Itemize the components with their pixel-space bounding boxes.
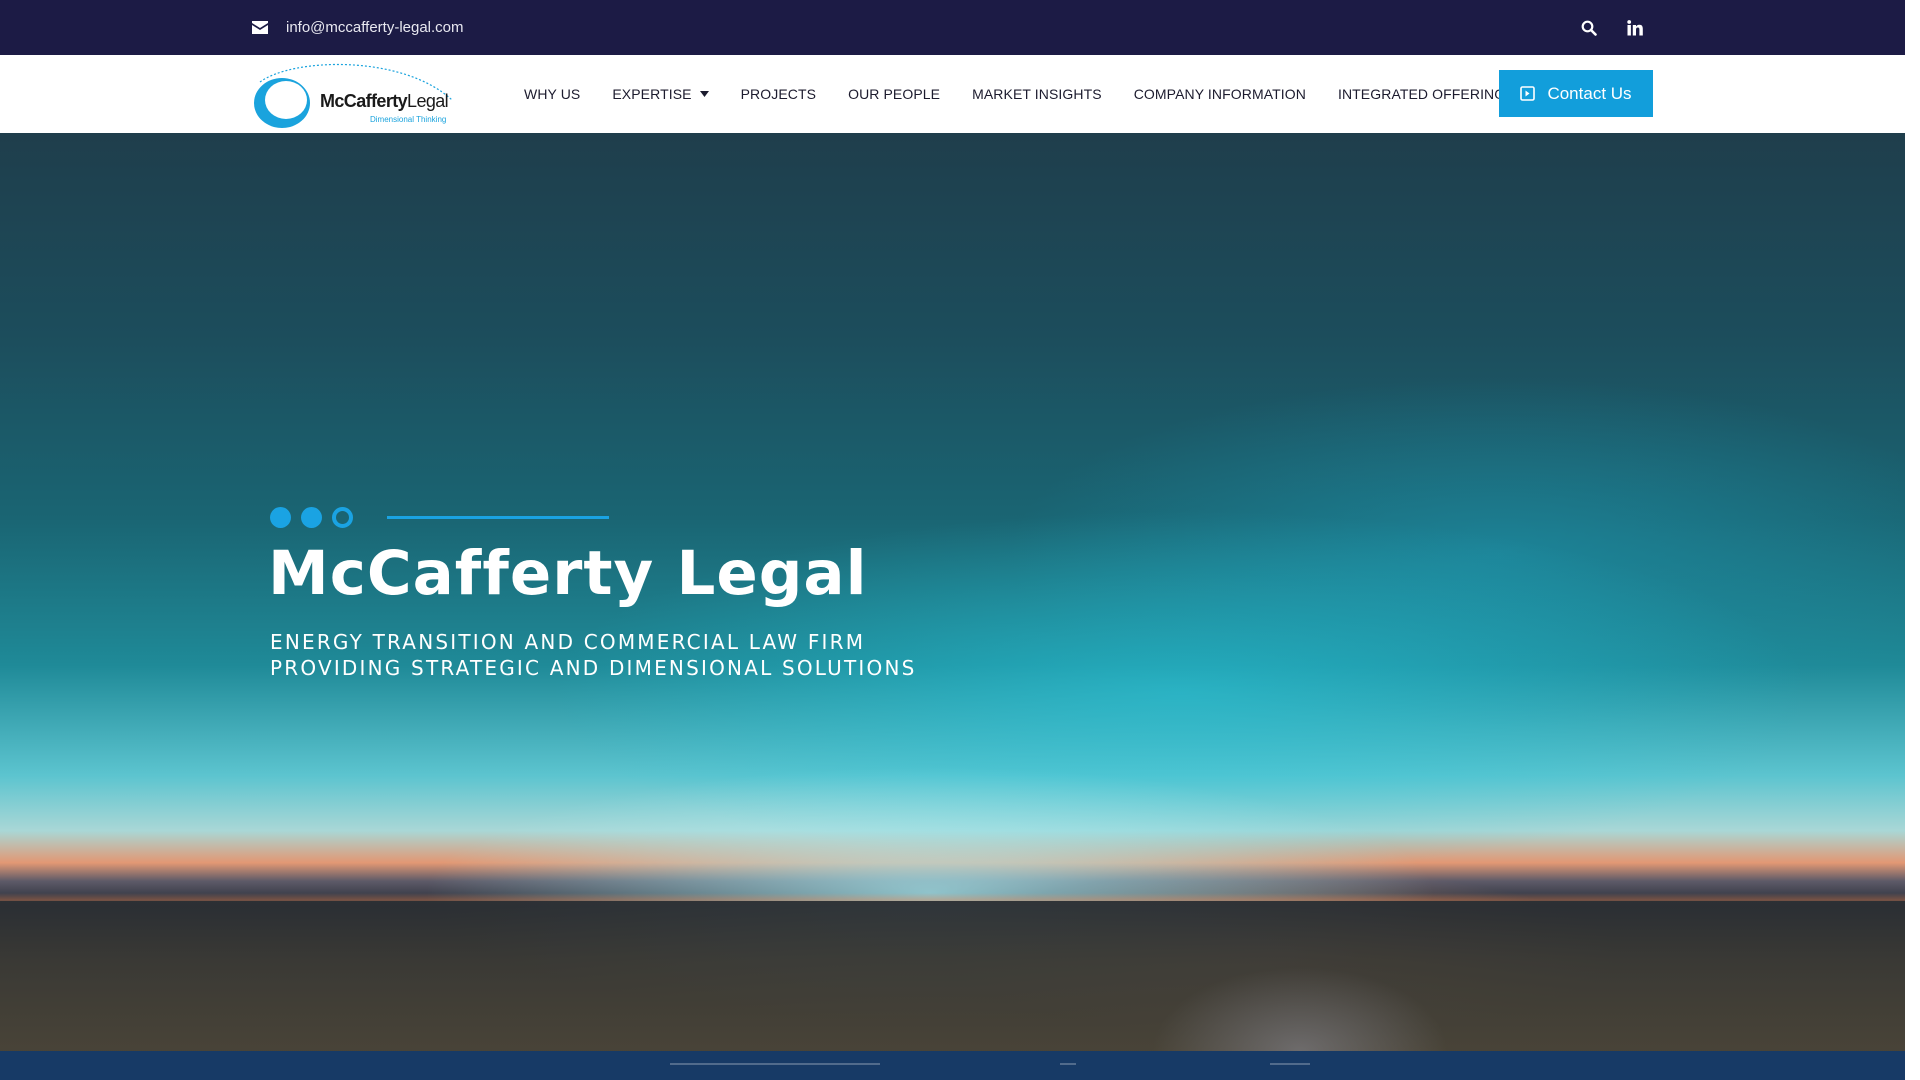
top-bar: info@mccafferty-legal.com <box>0 0 1905 55</box>
hero-title-bold: McCafferty <box>268 538 655 609</box>
decor-speck <box>670 1063 880 1065</box>
nav-label: OUR PEOPLE <box>848 86 941 102</box>
email-text: info@mccafferty-legal.com <box>286 19 464 36</box>
nav-expertise[interactable]: EXPERTISE <box>596 86 724 102</box>
nav-company-information[interactable]: COMPANY INFORMATION <box>1118 86 1322 102</box>
logo[interactable]: McCaffertyLegal Dimensional Thinking <box>252 58 458 130</box>
decor-dot <box>270 507 291 528</box>
logo-wordmark: McCaffertyLegal <box>320 91 449 112</box>
decor-dot-ring <box>332 507 353 528</box>
nav-label: EXPERTISE <box>612 86 692 102</box>
nav-our-people[interactable]: OUR PEOPLE <box>832 86 956 102</box>
field-foreground <box>0 901 1920 1051</box>
nav-label: MARKET INSIGHTS <box>972 86 1102 102</box>
caret-down-icon <box>699 91 709 97</box>
dirt-road <box>1100 901 1520 1051</box>
bottom-band <box>0 1051 1920 1080</box>
search-icon[interactable] <box>1578 17 1600 39</box>
nav-market-insights[interactable]: MARKET INSIGHTS <box>956 86 1118 102</box>
nav-projects[interactable]: PROJECTS <box>725 86 832 102</box>
decor-speck <box>1270 1063 1310 1065</box>
logo-brand-bold: McCafferty <box>320 91 408 111</box>
hero-title: McCafferty Legal <box>268 538 867 609</box>
site-header: McCaffertyLegal Dimensional Thinking WHY… <box>0 55 1905 133</box>
email-link[interactable]: info@mccafferty-legal.com <box>252 0 464 55</box>
hero-subtitle: ENERGY TRANSITION AND COMMERCIAL LAW FIR… <box>270 630 917 680</box>
nav-why-us[interactable]: WHY US <box>508 86 596 102</box>
hero-title-light: Legal <box>676 538 868 609</box>
contact-us-label: Contact Us <box>1547 83 1632 103</box>
logo-tagline: Dimensional Thinking <box>370 115 447 124</box>
decor-speck <box>1060 1063 1076 1065</box>
external-box-icon <box>1520 86 1536 101</box>
logo-brand-light: Legal <box>407 91 449 111</box>
envelope-icon <box>252 21 268 34</box>
linkedin-icon[interactable] <box>1624 17 1646 39</box>
hero-section: McCafferty Legal ENERGY TRANSITION AND C… <box>0 133 1920 1051</box>
nav-label: INTEGRATED OFFERING <box>1337 86 1506 102</box>
scrollbar-track[interactable] <box>1905 0 1920 1080</box>
decor-dot <box>301 507 322 528</box>
nav-label: COMPANY INFORMATION <box>1133 86 1306 102</box>
nav-integrated-offering[interactable]: INTEGRATED OFFERING <box>1322 86 1521 102</box>
hero-divider <box>387 516 609 519</box>
main-nav: WHY US EXPERTISE PROJECTS OUR PEOPLE MAR… <box>508 55 1521 133</box>
slide-dots <box>270 507 353 528</box>
contact-us-button[interactable]: Contact Us <box>1499 70 1653 117</box>
nav-label: WHY US <box>524 86 581 102</box>
nav-label: PROJECTS <box>740 86 817 102</box>
